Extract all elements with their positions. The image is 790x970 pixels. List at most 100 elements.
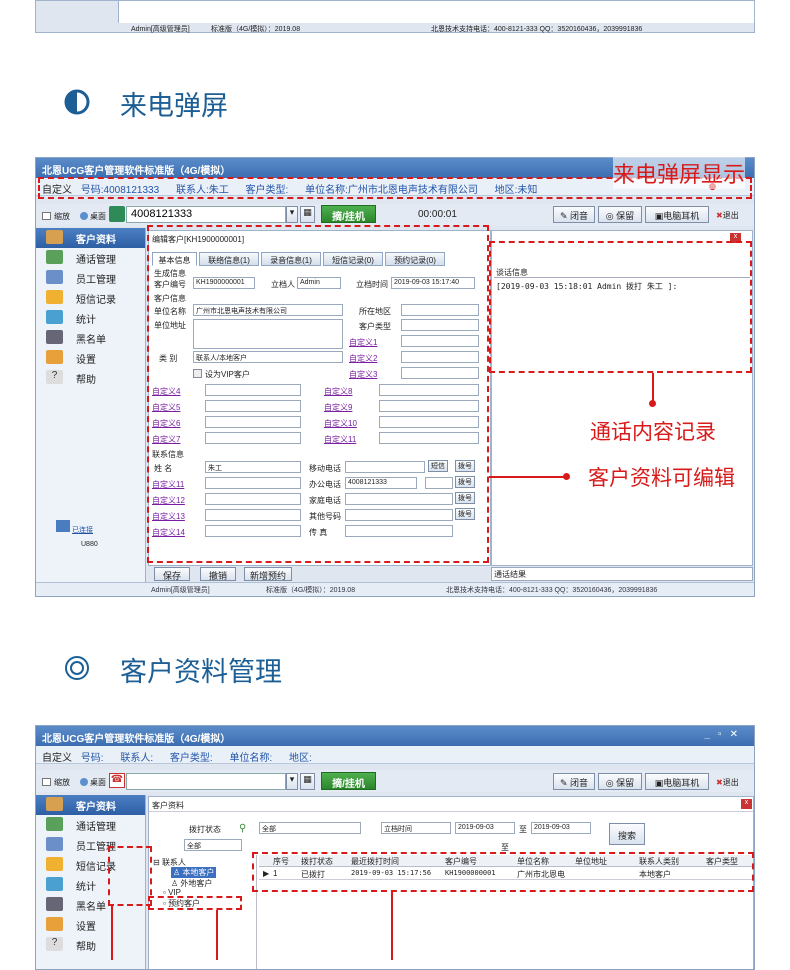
mic-icon: ✎ [559,211,568,221]
sidebar-item-stats[interactable]: 统计 [36,308,145,328]
sidebar-label: 通话管理 [76,255,116,266]
status-user: Admin[高级管理员] [151,587,210,594]
sidebar-label: 帮助 [76,942,96,953]
help-icon: ? [46,937,63,951]
device-model: U880 [81,541,98,548]
sidebar-item-calls[interactable]: 通话管理 [36,248,145,268]
annotation-line [489,476,569,478]
mini-label: 缩放 [54,778,70,787]
staff-icon [46,837,63,851]
status-bar: Admin[高级管理员] 标准版（4G/模拟）：2019.08 北恩技术支持电话… [36,582,754,596]
desktop-icon [80,778,88,786]
mute-button[interactable]: ✎ 闭音 [553,206,595,223]
search-button[interactable]: 搜索 [609,823,645,845]
headphone-icon: ◎ [605,778,614,788]
envelope-icon [46,290,63,304]
sidebar-item-customers[interactable]: 客户资料 [36,228,145,248]
sidebar-item-settings[interactable]: 设置 [36,348,145,368]
hold-button[interactable]: ◎ 保留 [598,206,642,223]
sidebar-item-settings[interactable]: 设置 [36,915,145,935]
status-version: 标准版（4G/模拟）：2019.08 [211,26,301,33]
mute-label: 闭音 [570,211,589,221]
exit-label: 退出 [722,778,739,787]
tree-label: 外地客户 [180,879,213,888]
date-field-select[interactable]: 立档时间 [381,822,451,834]
tree-node-local[interactable]: ♙ 本地客户 [171,867,217,878]
label-to: 至 [519,825,527,834]
divider [149,811,753,812]
date-from-input[interactable]: 2019-09-03 [455,822,515,834]
label-call-state: 拨打状态 [189,825,221,834]
mic-icon: ✎ [559,778,568,788]
prev-window-strip: Admin[高级管理员] 标准版（4G/模拟）：2019.08 北恩技术支持电话… [35,0,755,33]
desktop-label: 桌面 [90,778,106,787]
headset-button[interactable]: ▣电脑耳机 [645,206,709,223]
dial-hangup-button[interactable]: 摘/挂机 [321,205,376,223]
sidebar-label: 设置 [76,355,96,366]
new-appointment-button[interactable]: 新增预约 [244,567,292,581]
phone-number-input[interactable] [126,773,286,790]
monitor-icon: ▣ [654,211,664,221]
phone-number-input[interactable]: 4008121333 [126,206,286,223]
headset-button[interactable]: ▣电脑耳机 [645,773,709,790]
sidebar-label: 统计 [76,882,96,893]
exit-button[interactable]: ✖退出 [716,777,739,788]
call-result-field[interactable]: 通话结果 [491,567,753,581]
settings-icon [46,350,63,364]
desktop-label: 桌面 [90,212,106,221]
sidebar-label: 统计 [76,315,96,326]
half-circle-icon [64,89,90,115]
undo-button[interactable]: 撤销 [200,567,236,581]
sidebar-label: 短信记录 [76,295,116,306]
sidebar-label: 客户资料 [76,802,116,813]
mini-checkbox[interactable] [42,212,51,220]
section-title-customer-mgmt: 客户资料管理 [120,657,282,687]
mini-label: 缩放 [54,212,70,221]
window-controls[interactable]: _▫✕ [705,729,747,740]
annotation-editable: 客户资料可编辑 [588,467,735,490]
status-support: 北恩技术支持电话：400-8121-333 QQ：3520160436，2039… [431,26,643,33]
sidebar-item-sms[interactable]: 短信记录 [36,288,145,308]
group-select[interactable]: 全部 [184,839,242,851]
calllog-highlight [489,241,752,373]
hold-button[interactable]: ◎ 保留 [598,773,642,790]
call-state-select[interactable]: 全部 [259,822,361,834]
monitor-icon: ▣ [654,778,664,788]
desktop-icon [80,212,88,220]
close-icon[interactable]: x [741,799,752,809]
caller-region: 地区: [289,753,312,764]
sidebar-item-blacklist[interactable]: 黑名单 [36,328,145,348]
device-state: 已连接 [72,527,93,534]
calls-icon [46,250,63,264]
dialpad-button[interactable]: ▦ [300,773,315,790]
headset-label: 电脑耳机 [663,778,700,788]
hold-label: 保留 [616,211,635,221]
staff-icon [46,270,63,284]
group-tree: ⊟ 联系人 ♙ 本地客户 ♙ 外地客户 ▫ VIP ▫ 预约客户 [149,855,257,969]
caller-number: 号码: [80,753,104,764]
dropdown-arrow-button[interactable]: ▾ [286,206,298,223]
sidebar-item-staff[interactable]: 员工管理 [36,268,145,288]
sidebar-item-customers[interactable]: 客户资料 [36,795,145,815]
chart-icon [46,310,63,324]
sidebar-label: 通话管理 [76,822,116,833]
tab-customers[interactable]: 客户资料 [152,800,184,811]
sidebar-item-help[interactable]: ? 帮助 [36,935,145,955]
sidebar-item-calls[interactable]: 通话管理 [36,815,145,835]
table-highlight [252,852,754,892]
phone-icon [109,206,125,222]
dialpad-button[interactable]: ▦ [300,206,315,223]
exit-button[interactable]: ✖退出 [716,210,739,221]
sidebar-item-help[interactable]: ? 帮助 [36,368,145,388]
date-to-input[interactable]: 2019-09-03 [531,822,591,834]
dropdown-arrow-button[interactable]: ▾ [286,773,298,790]
search-icon: ⚲ [239,823,247,834]
sidebar-label: 帮助 [76,375,96,386]
mini-checkbox[interactable] [42,778,51,786]
mute-button[interactable]: ✎ 闭音 [553,773,595,790]
dial-hangup-button[interactable]: 摘/挂机 [321,772,376,790]
section-title-popup: 来电弹屏 [120,91,228,121]
blacklist-icon [46,330,63,344]
hold-label: 保留 [616,778,635,788]
save-button[interactable]: 保存 [154,567,190,581]
